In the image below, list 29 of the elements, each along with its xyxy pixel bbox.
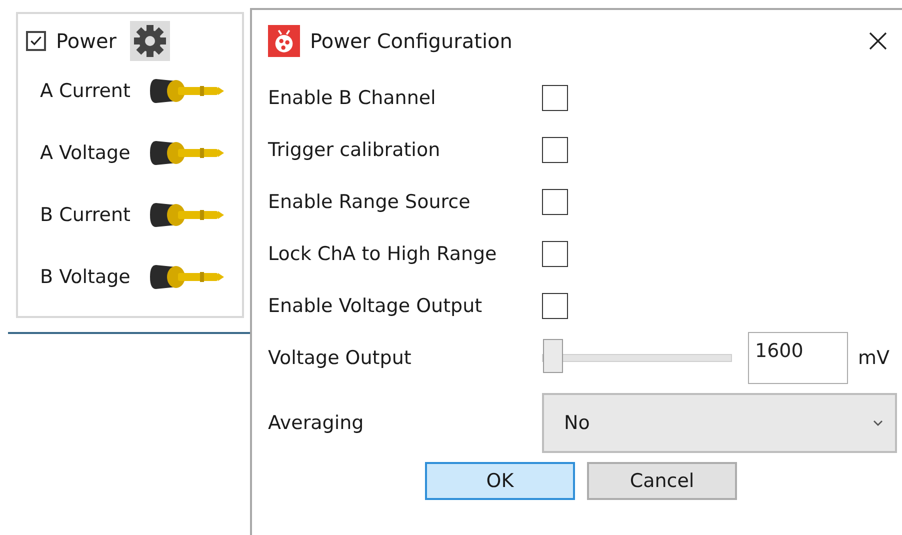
window-title: Power Configuration <box>310 29 514 53</box>
channel-label: B Voltage <box>40 266 132 288</box>
power-checkbox[interactable] <box>26 31 46 51</box>
app-icon <box>268 25 300 57</box>
option-label: Averaging <box>268 412 365 434</box>
close-icon[interactable] <box>868 31 888 51</box>
option-label: Trigger calibration <box>268 139 442 161</box>
dialog-button[interactable]: Cancel <box>587 462 737 500</box>
option-label: Voltage Output <box>268 347 412 369</box>
caret-icon <box>873 420 883 426</box>
checkbox[interactable] <box>542 85 568 111</box>
value-field[interactable]: 1600 <box>748 332 848 384</box>
dialog-button[interactable]: OK <box>425 462 575 500</box>
slider-thumb[interactable] <box>543 339 563 373</box>
checkbox[interactable] <box>542 241 568 267</box>
unit-label: mV <box>858 347 890 369</box>
option-label: Lock ChA to High Range <box>268 243 498 265</box>
option-label: Enable Range Source <box>268 191 472 213</box>
checkbox[interactable] <box>542 137 568 163</box>
averaging-dropdown[interactable]: No <box>542 393 897 453</box>
channel-label: A Voltage <box>40 142 132 164</box>
power-label: Power <box>56 29 116 53</box>
channel-label: A Current <box>40 80 132 102</box>
option-label: Enable Voltage Output <box>268 295 484 317</box>
checkbox[interactable] <box>542 189 568 215</box>
channel-label: B Current <box>40 204 132 226</box>
option-label: Enable B Channel <box>268 87 437 109</box>
settings-icon[interactable] <box>130 21 170 61</box>
checkbox[interactable] <box>542 293 568 319</box>
